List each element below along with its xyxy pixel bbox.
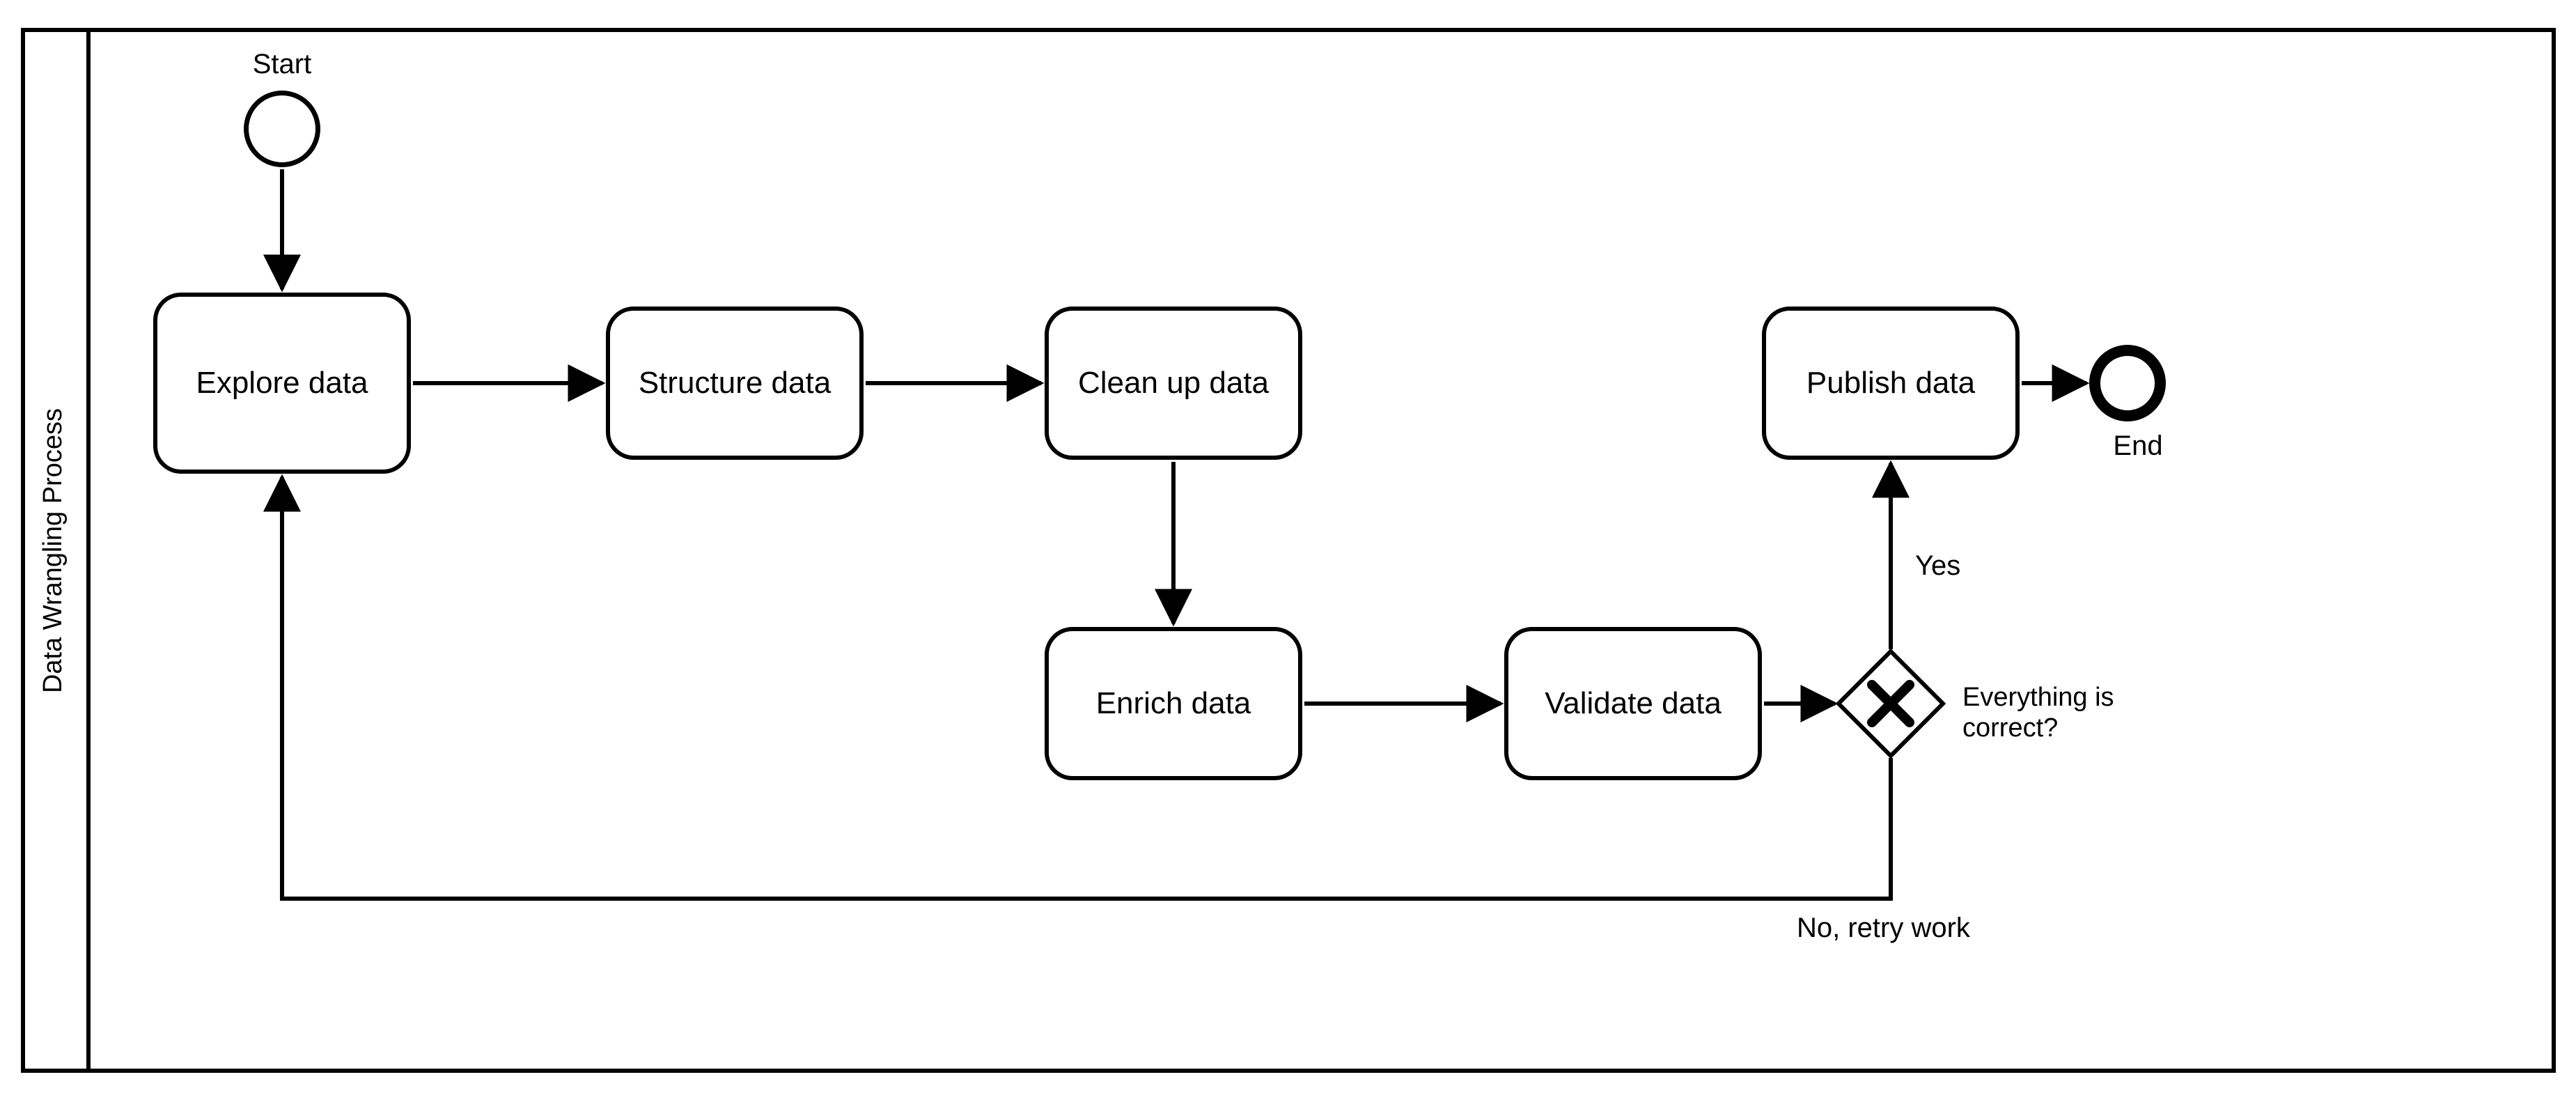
edge-gateway-no-explore: [282, 477, 1891, 899]
edges: [0, 0, 2576, 1093]
gateway-exclusive: [1839, 651, 1943, 756]
bpmn-diagram: Data Wrangling Process Start End Explore…: [0, 0, 2576, 1093]
